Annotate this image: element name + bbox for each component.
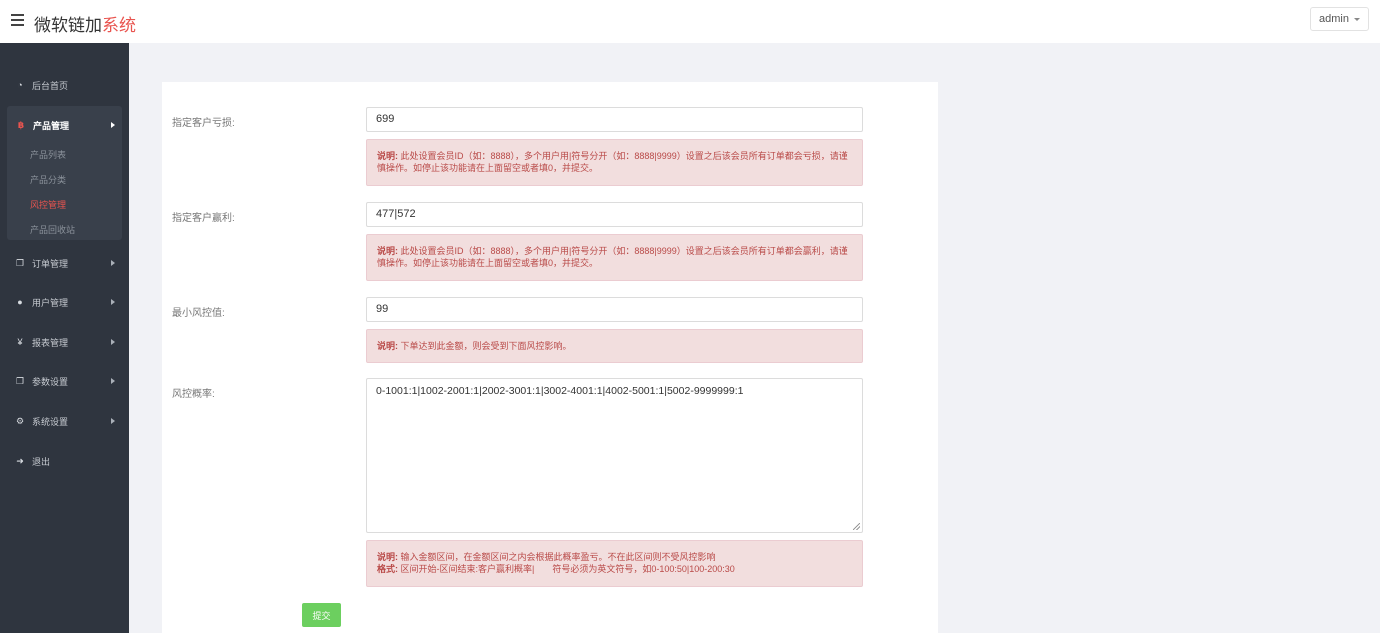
chevron-right-icon <box>111 299 115 305</box>
note-text: 输入金额区间，在金额区间之内会根据此概率盈亏。不在此区间则不受风控影响 <box>400 552 716 562</box>
brand-main: 微软链加 <box>34 16 102 35</box>
chevron-down-icon <box>1354 17 1360 21</box>
submenu-item-recycle-bin[interactable]: 产品回收站 <box>30 223 75 236</box>
chevron-right-icon <box>111 339 115 345</box>
submenu-item-product-list[interactable]: 产品列表 <box>30 148 66 161</box>
note-text: 下单达到此金额，则会受到下面风控影响。 <box>400 341 572 351</box>
top-bar: 微软链加系统 admin <box>0 0 1380 43</box>
win-customer-label: 指定客户赢利: <box>172 213 235 224</box>
format-line: 格式: 区间开始-区间结束:客户赢利概率| 符号必须为英文符号，如0-100:5… <box>377 563 852 575</box>
sidebar-item-label: 用户管理 <box>32 297 69 308</box>
loss-customer-input[interactable]: 699 <box>366 107 863 132</box>
menu-toggle-icon[interactable] <box>11 14 24 26</box>
sidebar-item-label: 系统设置 <box>32 416 69 427</box>
user-menu-label: admin <box>1319 13 1349 25</box>
format-title: 格式: <box>377 564 398 574</box>
risk-probability-value: 0-1001:1|1002-2001:1|2002-3001:1|3002-40… <box>376 385 744 397</box>
sign-out-icon: ➜ <box>16 455 24 466</box>
loss-customer-label: 指定客户亏损: <box>172 118 235 129</box>
sidebar-item-label: 退出 <box>32 456 51 467</box>
risk-probability-label: 风控概率: <box>172 389 215 400</box>
sidebar-item-users[interactable]: ● 用户管理 <box>0 290 129 314</box>
chevron-right-icon <box>111 122 115 128</box>
sidebar-item-label: 报表管理 <box>32 337 69 348</box>
sidebar-item-label: 订单管理 <box>32 258 69 269</box>
note-title: 说明: <box>377 151 398 161</box>
chevron-right-icon <box>111 418 115 424</box>
note-text: 此处设置会员ID（如：8888），多个用户用|符号分开（如：8888|9999）… <box>377 151 848 173</box>
chevron-right-icon <box>111 378 115 384</box>
submit-button[interactable]: 提交 <box>302 603 341 627</box>
note-text: 此处设置会员ID（如：8888），多个用户用|符号分开（如：8888|9999）… <box>377 246 848 268</box>
gears-icon: ⚙ <box>15 415 25 426</box>
submenu-item-product-category[interactable]: 产品分类 <box>30 173 66 186</box>
user-menu-button[interactable]: admin <box>1310 7 1369 31</box>
resize-handle-icon[interactable] <box>853 523 860 530</box>
sidebar-item-orders[interactable]: ❐ 订单管理 <box>0 251 129 275</box>
submenu-item-risk-control[interactable]: 风控管理 <box>30 198 66 211</box>
brand-title: 微软链加系统 <box>34 11 136 36</box>
dashboard-icon: ◔ <box>17 80 23 90</box>
sidebar-item-system[interactable]: ⚙ 系统设置 <box>0 409 129 433</box>
sidebar-item-logout[interactable]: ➜ 退出 <box>0 449 129 473</box>
sidebar-item-reports[interactable]: ¥ 报表管理 <box>0 330 129 354</box>
note-line: 说明: 输入金额区间，在金额区间之内会根据此概率盈亏。不在此区间则不受风控影响 <box>377 551 852 563</box>
brand-accent: 系统 <box>102 16 136 35</box>
copy-icon: ❐ <box>15 375 25 386</box>
sidebar-item-dashboard[interactable]: ◔ 后台首页 <box>0 73 129 97</box>
sidebar-item-parameters[interactable]: ❐ 参数设置 <box>0 369 129 393</box>
chevron-right-icon <box>111 260 115 266</box>
yen-icon: ¥ <box>17 337 23 347</box>
win-customer-input[interactable]: 477|572 <box>366 202 863 227</box>
risk-probability-textarea[interactable]: 0-1001:1|1002-2001:1|2002-3001:1|3002-40… <box>366 378 863 533</box>
min-risk-label: 最小风控值: <box>172 308 225 319</box>
min-risk-input[interactable]: 99 <box>366 297 863 322</box>
sidebar-item-label: 后台首页 <box>32 80 69 91</box>
loss-customer-note: 说明: 此处设置会员ID（如：8888），多个用户用|符号分开（如：8888|9… <box>366 139 863 186</box>
sidebar-item-label: 产品管理 <box>33 120 70 131</box>
win-customer-note: 说明: 此处设置会员ID（如：8888），多个用户用|符号分开（如：8888|9… <box>366 234 863 281</box>
sidebar-item-products[interactable]: ฿ 产品管理 <box>7 113 122 137</box>
sidebar-item-label: 参数设置 <box>32 376 69 387</box>
note-title: 说明: <box>377 246 398 256</box>
user-icon: ● <box>17 297 23 307</box>
note-title: 说明: <box>377 552 398 562</box>
risk-probability-note: 说明: 输入金额区间，在金额区间之内会根据此概率盈亏。不在此区间则不受风控影响 … <box>366 540 863 587</box>
copy-icon: ❐ <box>15 257 25 268</box>
format-text: 区间开始-区间结束:客户赢利概率| 符号必须为英文符号，如0-100:50|10… <box>400 564 735 574</box>
sidebar: ◔ 后台首页 ฿ 产品管理 产品列表 产品分类 风控管理 产品回收站 ❐ 订单管… <box>0 43 129 633</box>
note-title: 说明: <box>377 341 398 351</box>
bitcoin-icon: ฿ <box>17 119 25 130</box>
min-risk-note: 说明: 下单达到此金额，则会受到下面风控影响。 <box>366 329 863 363</box>
